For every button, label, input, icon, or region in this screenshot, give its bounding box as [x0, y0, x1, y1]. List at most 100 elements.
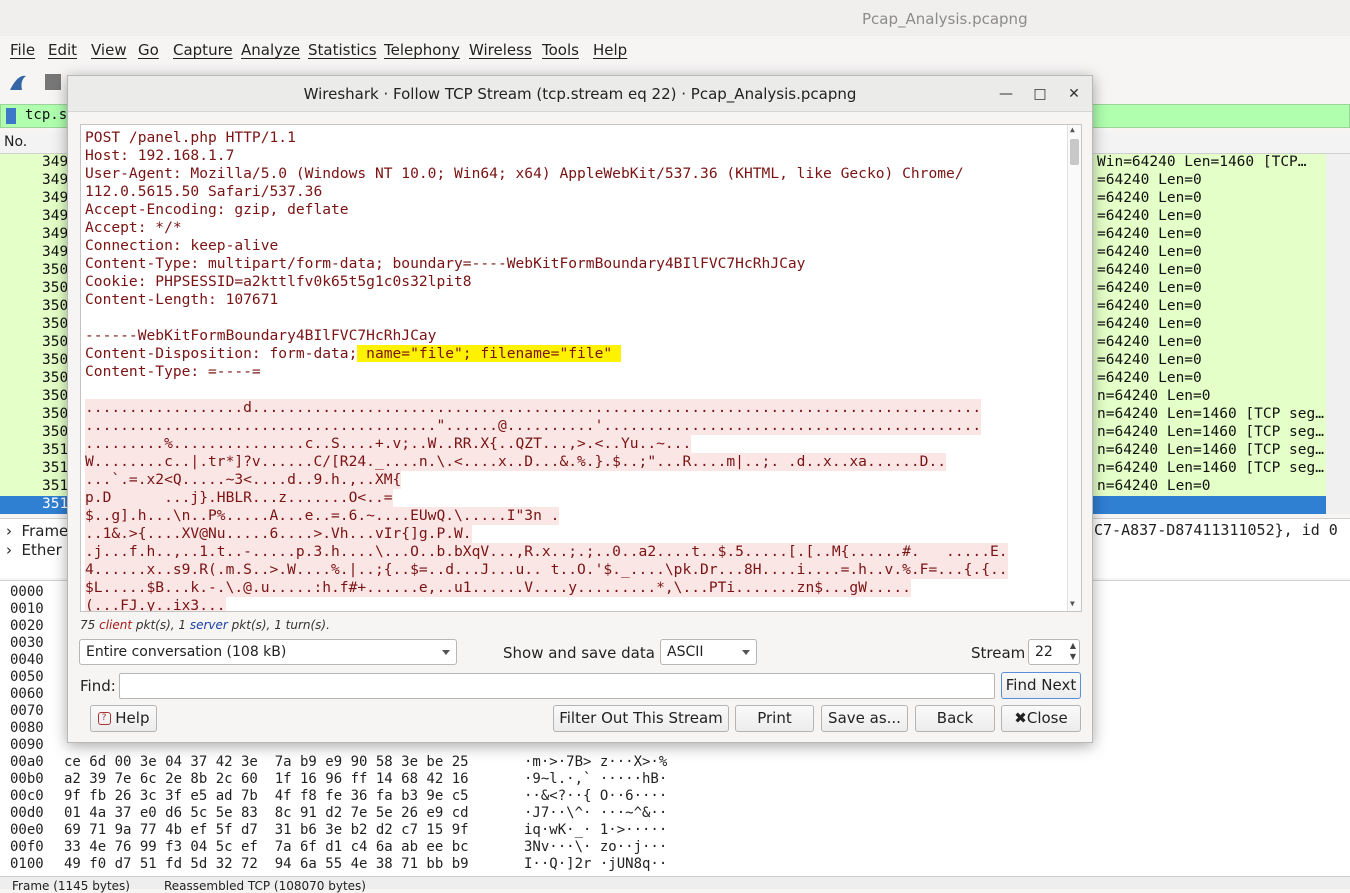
binary-data-line: W........c..|.tr*]?v......C/[R24._....n.… [85, 453, 947, 471]
hex-offset: 00f0 [10, 839, 44, 855]
hex-ascii: ··&<?··{ O··6···· [524, 788, 668, 804]
hex-bytes: 69 71 9a 77 4b ef 5f d7 31 b6 3e b2 d2 c… [64, 822, 469, 838]
binary-data-line: (...FJ.y..ix3... [85, 597, 226, 611]
stream-header-line: Accept: */* [85, 219, 182, 236]
expand-arrow-icon[interactable]: › [6, 522, 12, 540]
bytes-tabs: Frame (1145 bytes) Reassembled TCP (1080… [0, 876, 1350, 893]
hex-bytes: a2 39 7e 6c 2e 8b 2c 60 1f 16 96 ff 14 6… [64, 771, 469, 787]
find-input[interactable] [119, 673, 995, 699]
packet-no: 349 [42, 226, 69, 242]
expand-arrow-icon[interactable]: › [6, 541, 12, 559]
stream-number-spinbox[interactable]: 22 ▲ ▼ [1028, 639, 1080, 665]
maximize-icon[interactable]: □ [1030, 84, 1050, 104]
menu-edit[interactable]: Edit [48, 41, 77, 59]
packet-info: =64240 Len=0 [1097, 208, 1202, 224]
menu-help[interactable]: Help [593, 41, 627, 59]
dialog-titlebar: Wireshark · Follow TCP Stream (tcp.strea… [68, 76, 1092, 112]
print-button[interactable]: Print [735, 705, 814, 732]
hex-offset: 0070 [10, 703, 44, 719]
hex-offset: 0040 [10, 652, 44, 668]
menu-statistics[interactable]: Statistics [308, 41, 377, 59]
packet-no: 350 [42, 280, 69, 296]
search-highlight: name="file"; filename="file" [357, 345, 621, 362]
spin-down-icon[interactable]: ▼ [1070, 652, 1076, 661]
details-row-frame[interactable]: › Frame [6, 522, 68, 540]
packet-info: =64240 Len=0 [1097, 352, 1202, 368]
tab-reassembled-tcp[interactable]: Reassembled TCP (108070 bytes) [164, 879, 366, 893]
close-icon[interactable]: ✕ [1064, 84, 1084, 104]
packet-no: 350 [42, 352, 69, 368]
menu-analyze[interactable]: Analyze [241, 41, 300, 59]
format-select[interactable]: ASCII [660, 639, 757, 665]
close-x-icon: ✖ [1014, 709, 1027, 727]
hex-ascii: ·m·>·7B> z···X>·% [524, 754, 668, 770]
stats-tail: pkt(s), 1 turn(s). [227, 618, 330, 632]
hex-ascii: 3Nv···\· zo··j··· [524, 839, 668, 855]
shark-fin-start-icon[interactable] [8, 72, 28, 92]
packet-info: =64240 Len=0 [1097, 172, 1202, 188]
menu-capture[interactable]: Capture [173, 41, 233, 59]
dialog-title: Wireshark · Follow TCP Stream (tcp.strea… [303, 85, 857, 103]
column-no-header[interactable]: No. [4, 134, 27, 150]
main-window-titlebar: Pcap_Analysis.pcapng [0, 0, 1350, 36]
packet-no: 351 [42, 460, 69, 476]
help-button[interactable]: ? Help [90, 705, 157, 732]
menu-go[interactable]: Go [138, 41, 159, 59]
scroll-down-icon[interactable]: ▼ [1070, 599, 1075, 608]
stats-middle: pkt(s), 1 [132, 618, 190, 632]
packet-info: =64240 Len=0 [1097, 244, 1202, 260]
packet-info: =64240 Len=0 [1097, 370, 1202, 386]
packet-list-scrollbar[interactable] [1326, 154, 1350, 514]
binary-data-line: ..1&.>{....XV@Nu.....6....>.Vh...vIr{]g.… [85, 525, 472, 543]
help-icon: ? [97, 712, 111, 725]
bookmark-icon[interactable] [6, 108, 16, 124]
find-next-button[interactable]: Find Next [1001, 672, 1081, 699]
binary-data-line: $L.....$B...k.-.\.@.u.....:h.f#+......e,… [85, 579, 911, 597]
chevron-down-icon [442, 650, 450, 655]
minimize-icon[interactable]: — [996, 84, 1016, 104]
packet-info: n=64240 Len=1460 [TCP seg… [1097, 424, 1324, 440]
menu-view[interactable]: View [91, 41, 127, 59]
packet-info: n=64240 Len=1460 [TCP seg… [1097, 442, 1324, 458]
show-save-label: Show and save data as [503, 644, 677, 662]
binary-data-line: ...`.=.x2<Q.....~3<....d..9.h.,..XM{ [85, 471, 402, 489]
save-as-button[interactable]: Save as... [821, 705, 908, 732]
menu-file[interactable]: File [10, 41, 35, 59]
back-button[interactable]: Back [915, 705, 995, 732]
close-button[interactable]: ✖Close [1001, 705, 1081, 732]
packet-stats: 75 client pkt(s), 1 server pkt(s), 1 tur… [80, 618, 330, 632]
packet-info: =64240 Len=0 [1097, 226, 1202, 242]
menu-tools[interactable]: Tools [542, 41, 579, 59]
conversation-select[interactable]: Entire conversation (108 kB) [79, 639, 457, 665]
tab-frame-bytes[interactable]: Frame (1145 bytes) [12, 879, 130, 893]
spin-up-icon[interactable]: ▲ [1070, 641, 1076, 650]
menu-telephony[interactable]: Telephony [384, 41, 460, 59]
scroll-thumb[interactable] [1070, 139, 1079, 165]
chevron-down-icon [742, 650, 750, 655]
stream-header-line: Host: 192.168.1.7 [85, 147, 235, 164]
stream-header-line: User-Agent: Mozilla/5.0 (Windows NT 10.0… [85, 165, 964, 182]
menu-wireless[interactable]: Wireless [469, 41, 532, 59]
hex-bytes: 9f fb 26 3c 3f e5 ad 7b 4f f8 fe 36 fa b… [64, 788, 469, 804]
packet-info: =64240 Len=0 [1097, 334, 1202, 350]
stream-content-view[interactable]: POST /panel.php HTTP/1.1 Host: 192.168.1.… [80, 124, 1082, 612]
stop-capture-icon[interactable] [43, 72, 63, 92]
packet-no: 350 [42, 388, 69, 404]
content-disposition-line: Content-Disposition: form-data; name="fi… [85, 345, 621, 363]
filter-out-stream-button[interactable]: Filter Out This Stream [553, 705, 729, 732]
scroll-up-icon[interactable]: ▲ [1070, 125, 1075, 134]
packet-no: 349 [42, 172, 69, 188]
packet-no: 349 [42, 244, 69, 260]
packet-no: 351 [42, 478, 69, 494]
content-disposition-prefix: Content-Disposition: form-data; [85, 345, 358, 362]
hex-bytes: 49 f0 d7 51 fd 5d 32 72 94 6a 55 4e 38 7… [64, 856, 469, 872]
hex-offset: 00b0 [10, 771, 44, 787]
details-row-ethernet[interactable]: › Ether [6, 541, 62, 559]
stream-header-line: Content-Length: 107671 [85, 291, 279, 308]
hex-bytes: 01 4a 37 e0 d6 5c 5e 83 8c 91 d2 7e 5e 2… [64, 805, 469, 821]
binary-data-line: ..................d.....................… [85, 399, 982, 417]
binary-data-line: .........%...............c..S....+.v;..W… [85, 435, 692, 453]
details-frame-label: Frame [21, 522, 69, 540]
stream-label: Stream [971, 644, 1026, 662]
stream-scrollbar[interactable]: ▲ ▼ [1067, 125, 1081, 611]
